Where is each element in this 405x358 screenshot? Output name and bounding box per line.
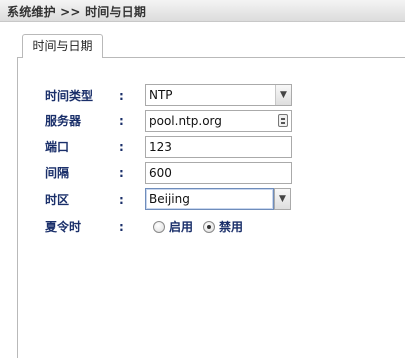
- server-input[interactable]: pool.ntp.org: [145, 110, 292, 132]
- server-value: pool.ntp.org: [149, 114, 222, 128]
- dst-enable-label[interactable]: 启用: [169, 219, 193, 235]
- timezone-value: Beijing: [149, 192, 190, 206]
- time-type-label: 时间类型 :: [45, 89, 124, 103]
- interval-label: 间隔 :: [45, 166, 124, 180]
- timezone-label: 时区 :: [45, 193, 124, 207]
- timezone-dropdown-button[interactable]: ▼: [274, 188, 291, 210]
- port-value: 123: [149, 140, 172, 154]
- interval-value: 600: [149, 166, 172, 180]
- time-type-select[interactable]: NTP ▼: [145, 84, 292, 106]
- breadcrumb-text: 系统维护 >> 时间与日期: [7, 5, 147, 19]
- interval-input[interactable]: 600: [145, 162, 292, 184]
- port-label: 端口 :: [45, 140, 124, 154]
- radio-checked-icon[interactable]: [203, 221, 215, 233]
- time-type-value: NTP: [149, 88, 173, 102]
- server-label: 服务器 :: [45, 114, 124, 128]
- tab-time-and-date[interactable]: 时间与日期: [22, 34, 103, 58]
- radio-unchecked-icon[interactable]: [153, 221, 165, 233]
- dst-disable-label[interactable]: 禁用: [219, 219, 243, 235]
- port-input[interactable]: 123: [145, 136, 292, 158]
- autofill-icon[interactable]: [278, 114, 288, 127]
- timezone-select[interactable]: Beijing: [145, 188, 274, 210]
- chevron-down-icon[interactable]: ▼: [275, 85, 291, 105]
- dst-label: 夏令时 :: [45, 220, 124, 234]
- breadcrumb: 系统维护 >> 时间与日期: [0, 0, 405, 22]
